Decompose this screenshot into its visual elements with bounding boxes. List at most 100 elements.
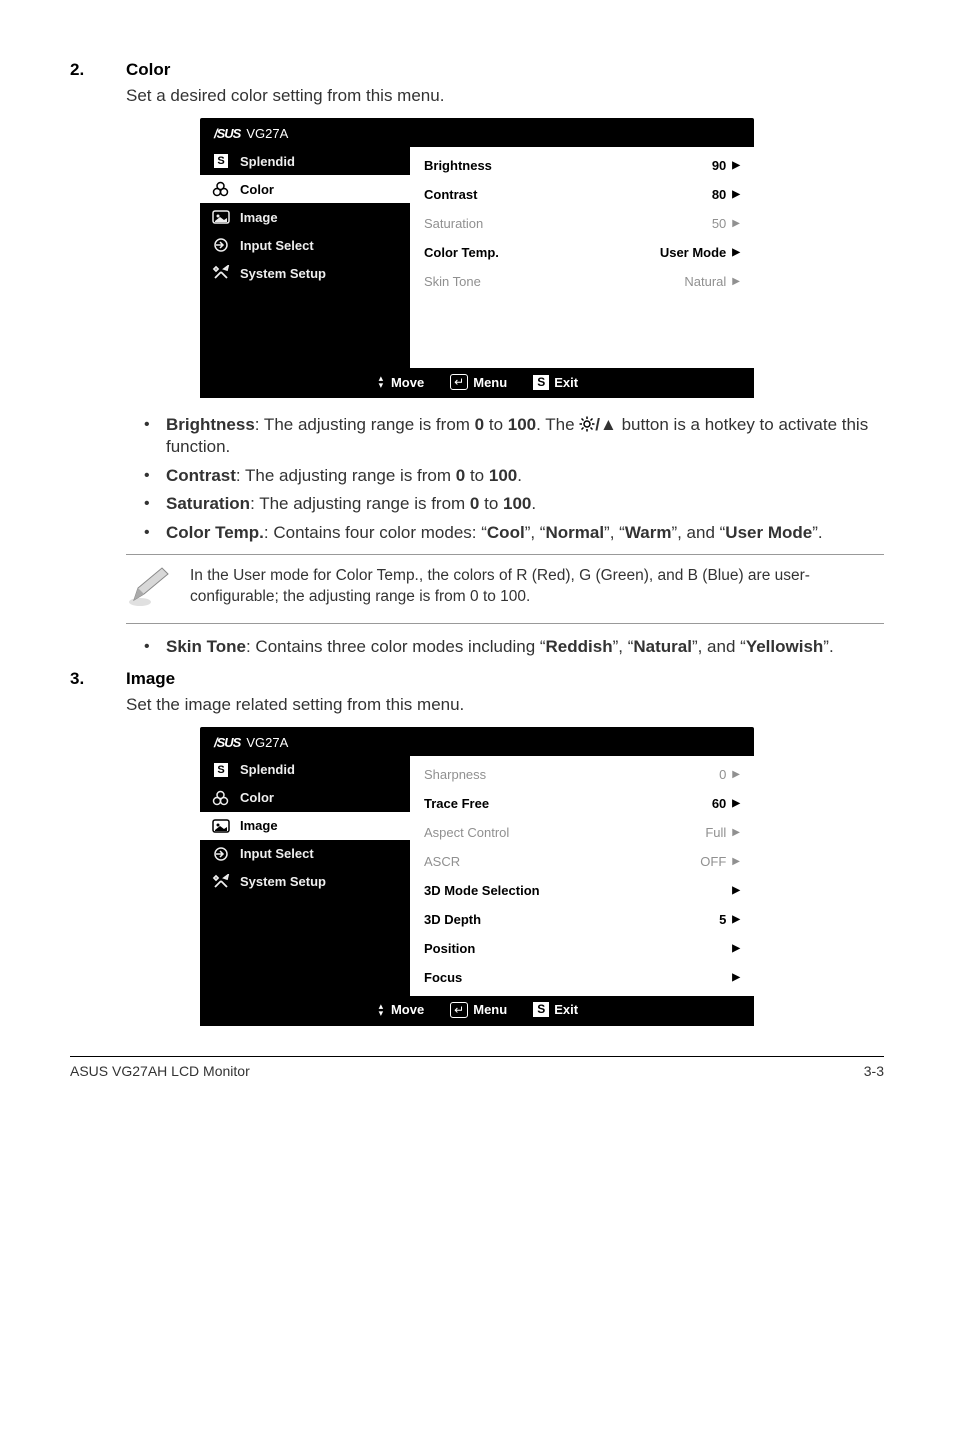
input-icon (212, 237, 230, 253)
s-badge-icon: S (533, 375, 549, 390)
osd-menu-color: /SUSVG27A S Splendid Color Image Input S… (200, 118, 754, 398)
osd-option-value: 60▶ (712, 796, 740, 811)
section-title: Image (126, 669, 175, 689)
osd-nav-image[interactable]: Image (200, 812, 410, 840)
osd-option-trace-free[interactable]: Trace Free 60▶ (422, 789, 742, 818)
osd-nav-label: Color (240, 790, 274, 805)
picture-icon (212, 818, 230, 834)
osd-option-3d-mode-selection[interactable]: 3D Mode Selection ▶ (422, 876, 742, 905)
osd-nav-image[interactable]: Image (200, 203, 410, 231)
s-badge-icon: S (533, 1002, 549, 1017)
bullet-list: Brightness: The adjusting range is from … (126, 414, 884, 544)
osd-nav-label: Image (240, 210, 278, 225)
osd-option-value: 5▶ (719, 912, 740, 927)
osd-option-ascr[interactable]: ASCR OFF▶ (422, 847, 742, 876)
osd-footer-move: Move (376, 1002, 424, 1017)
chevron-right-icon: ▶ (732, 943, 740, 954)
enter-icon: ↵ (450, 374, 468, 390)
osd-option-3d-depth[interactable]: 3D Depth 5▶ (422, 905, 742, 934)
chevron-right-icon: ▶ (732, 218, 740, 229)
osd-option-skin-tone[interactable]: Skin Tone Natural▶ (422, 267, 742, 296)
osd-option-label: Skin Tone (424, 274, 481, 289)
chevron-right-icon: ▶ (732, 972, 740, 983)
osd-nav-input-select[interactable]: Input Select (200, 231, 410, 259)
tools-icon (212, 265, 230, 281)
note-block: In the User mode for Color Temp., the co… (126, 554, 884, 624)
osd-option-brightness[interactable]: Brightness 90▶ (422, 151, 742, 180)
osd-option-label: Sharpness (424, 767, 486, 782)
osd-model: VG27A (246, 735, 288, 750)
osd-option-label: Trace Free (424, 796, 489, 811)
osd-nav-label: Splendid (240, 154, 295, 169)
osd-menu-image: /SUSVG27A S Splendid Color Image Input S… (200, 727, 754, 1026)
osd-option-value: ▶ (732, 972, 740, 983)
osd-option-value: 0▶ (719, 767, 740, 782)
palette-icon (212, 790, 230, 806)
chevron-right-icon: ▶ (732, 247, 740, 258)
enter-icon: ↵ (450, 1002, 468, 1018)
picture-icon (212, 209, 230, 225)
osd-nav-color[interactable]: Color (200, 784, 410, 812)
pencil-icon (126, 566, 172, 613)
osd-footer: Move ↵ Menu S Exit (200, 996, 754, 1026)
section-description: Set a desired color setting from this me… (126, 86, 884, 106)
up-down-icon (376, 1003, 386, 1017)
osd-nav-color[interactable]: Color (200, 175, 410, 203)
section-title: Color (126, 60, 170, 80)
osd-nav-input-select[interactable]: Input Select (200, 840, 410, 868)
s-icon: S (212, 762, 230, 778)
osd-option-saturation[interactable]: Saturation 50▶ (422, 209, 742, 238)
asus-logo: /SUS (214, 126, 240, 141)
osd-footer-menu: ↵ Menu (450, 1002, 507, 1018)
bullet-item: Color Temp.: Contains four color modes: … (166, 522, 884, 544)
osd-option-value: 50▶ (712, 216, 740, 231)
osd-nav: S Splendid Color Image Input Select Syst… (200, 147, 410, 368)
osd-footer-menu: ↵ Menu (450, 374, 507, 390)
osd-footer-exit: S Exit (533, 375, 578, 390)
osd-option-label: 3D Depth (424, 912, 481, 927)
osd-option-aspect-control[interactable]: Aspect Control Full▶ (422, 818, 742, 847)
osd-nav-label: Splendid (240, 762, 295, 777)
osd-option-label: Aspect Control (424, 825, 509, 840)
bullet-item: Skin Tone: Contains three color modes in… (166, 636, 884, 658)
palette-icon (212, 181, 230, 197)
osd-footer: Move ↵ Menu S Exit (200, 368, 754, 398)
note-text: In the User mode for Color Temp., the co… (190, 566, 884, 608)
chevron-right-icon: ▶ (732, 798, 740, 809)
bullet-item: Brightness: The adjusting range is from … (166, 414, 884, 459)
chevron-right-icon: ▶ (732, 276, 740, 287)
osd-option-label: Brightness (424, 158, 492, 173)
osd-option-sharpness[interactable]: Sharpness 0▶ (422, 760, 742, 789)
bullet-item: Saturation: The adjusting range is from … (166, 493, 884, 515)
osd-option-label: Color Temp. (424, 245, 499, 260)
tools-icon (212, 874, 230, 890)
osd-option-value: ▶ (732, 943, 740, 954)
osd-option-value: ▶ (732, 885, 740, 896)
osd-footer-exit: S Exit (533, 1002, 578, 1017)
osd-nav-system-setup[interactable]: System Setup (200, 259, 410, 287)
chevron-right-icon: ▶ (732, 160, 740, 171)
osd-option-label: Contrast (424, 187, 477, 202)
osd-nav-splendid[interactable]: S Splendid (200, 147, 410, 175)
osd-nav-splendid[interactable]: S Splendid (200, 756, 410, 784)
osd-nav-label: System Setup (240, 266, 326, 281)
s-icon: S (212, 153, 230, 169)
osd-option-color-temp-[interactable]: Color Temp. User Mode▶ (422, 238, 742, 267)
osd-option-value: OFF▶ (700, 854, 740, 869)
chevron-right-icon: ▶ (732, 827, 740, 838)
chevron-right-icon: ▶ (732, 914, 740, 925)
osd-option-value: 90▶ (712, 158, 740, 173)
osd-option-position[interactable]: Position ▶ (422, 934, 742, 963)
osd-option-contrast[interactable]: Contrast 80▶ (422, 180, 742, 209)
osd-option-value: 80▶ (712, 187, 740, 202)
osd-nav-label: System Setup (240, 874, 326, 889)
input-icon (212, 846, 230, 862)
section-number: 3. (70, 669, 126, 689)
osd-nav-system-setup[interactable]: System Setup (200, 868, 410, 896)
osd-nav-label: Image (240, 818, 278, 833)
osd-option-focus[interactable]: Focus ▶ (422, 963, 742, 992)
osd-options: Brightness 90▶ Contrast 80▶ Saturation 5… (410, 147, 754, 368)
chevron-right-icon: ▶ (732, 189, 740, 200)
osd-option-label: Saturation (424, 216, 483, 231)
chevron-right-icon: ▶ (732, 885, 740, 896)
